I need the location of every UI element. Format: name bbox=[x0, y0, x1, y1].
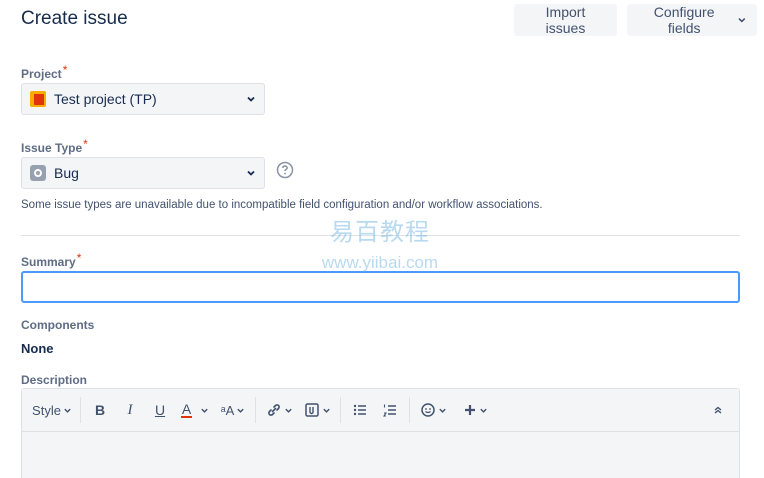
chevron-down-icon bbox=[201, 408, 208, 413]
text-style-label: Style bbox=[32, 402, 61, 418]
more-formatting-button[interactable]: ᵃA bbox=[215, 396, 251, 424]
import-issues-button[interactable]: Import issues bbox=[514, 4, 617, 36]
toolbar-separator bbox=[80, 397, 81, 423]
editor-toolbar: Style B I U A ᵃA bbox=[22, 389, 739, 432]
issue-type-helper-text: Some issue types are unavailable due to … bbox=[21, 199, 543, 211]
configure-fields-button[interactable]: Configure fields bbox=[627, 4, 757, 36]
bullet-list-button[interactable] bbox=[345, 396, 375, 424]
components-value[interactable]: None bbox=[21, 341, 54, 356]
project-select[interactable]: Test project (TP) bbox=[21, 83, 265, 115]
chevron-down-icon bbox=[738, 17, 746, 23]
description-editor[interactable]: Style B I U A ᵃA bbox=[21, 388, 740, 478]
page-title: Create issue bbox=[21, 8, 128, 29]
toolbar-separator bbox=[340, 397, 341, 423]
description-label: Description bbox=[21, 373, 88, 387]
issue-type-label: Issue Type* bbox=[21, 137, 88, 155]
components-label: Components bbox=[21, 318, 95, 332]
required-mark: * bbox=[62, 63, 68, 77]
configure-fields-label: Configure fields bbox=[653, 4, 715, 36]
divider bbox=[21, 235, 740, 236]
toolbar-separator bbox=[409, 397, 410, 423]
watermark-chinese-text: 易百教程 bbox=[330, 219, 430, 246]
issue-type-value: Bug bbox=[54, 165, 79, 181]
project-value: Test project (TP) bbox=[54, 91, 157, 107]
summary-input[interactable] bbox=[21, 271, 740, 303]
link-icon bbox=[267, 404, 280, 416]
chevron-down-icon bbox=[237, 408, 244, 413]
attachment-button[interactable] bbox=[298, 396, 336, 424]
bug-icon bbox=[30, 165, 46, 181]
text-style-dropdown[interactable]: Style bbox=[28, 396, 76, 424]
numbered-list-icon bbox=[382, 404, 396, 417]
bold-button[interactable]: B bbox=[85, 396, 115, 424]
project-label: Project* bbox=[21, 63, 68, 81]
emoji-button[interactable] bbox=[414, 396, 452, 424]
double-chevron-up-icon bbox=[714, 406, 722, 414]
description-text-area[interactable] bbox=[22, 432, 739, 478]
help-icon[interactable] bbox=[276, 161, 294, 179]
numbered-list-button[interactable] bbox=[375, 396, 405, 424]
project-avatar-icon bbox=[30, 91, 46, 107]
italic-button[interactable]: I bbox=[115, 396, 145, 424]
watermark-url: www.yiibai.com bbox=[321, 253, 439, 272]
underline-button[interactable]: U bbox=[145, 396, 175, 424]
summary-label: Summary* bbox=[21, 251, 82, 269]
required-mark: * bbox=[76, 251, 82, 265]
toolbar-separator bbox=[255, 397, 256, 423]
plus-icon bbox=[464, 405, 475, 415]
more-formatting-icon: ᵃA bbox=[220, 402, 235, 418]
chevron-down-icon bbox=[438, 408, 446, 413]
issue-type-select[interactable]: Bug bbox=[21, 157, 265, 189]
chevron-down-icon bbox=[247, 96, 255, 102]
link-button[interactable] bbox=[260, 396, 298, 424]
required-mark: * bbox=[83, 137, 88, 151]
watermark: 易百教程 www.yiibai.com bbox=[300, 212, 460, 273]
chevron-down-icon bbox=[64, 408, 71, 413]
text-color-icon: A bbox=[180, 401, 193, 418]
insert-more-button[interactable] bbox=[456, 396, 494, 424]
chevron-down-icon bbox=[284, 408, 292, 413]
chevron-down-icon bbox=[322, 408, 330, 413]
emoji-icon bbox=[420, 403, 435, 417]
chevron-down-icon bbox=[479, 408, 487, 413]
bullet-list-icon bbox=[353, 404, 366, 416]
text-color-button[interactable]: A bbox=[175, 396, 215, 424]
attachment-icon bbox=[304, 403, 319, 417]
chevron-down-icon bbox=[247, 170, 255, 176]
collapse-toolbar-button[interactable] bbox=[703, 396, 733, 424]
